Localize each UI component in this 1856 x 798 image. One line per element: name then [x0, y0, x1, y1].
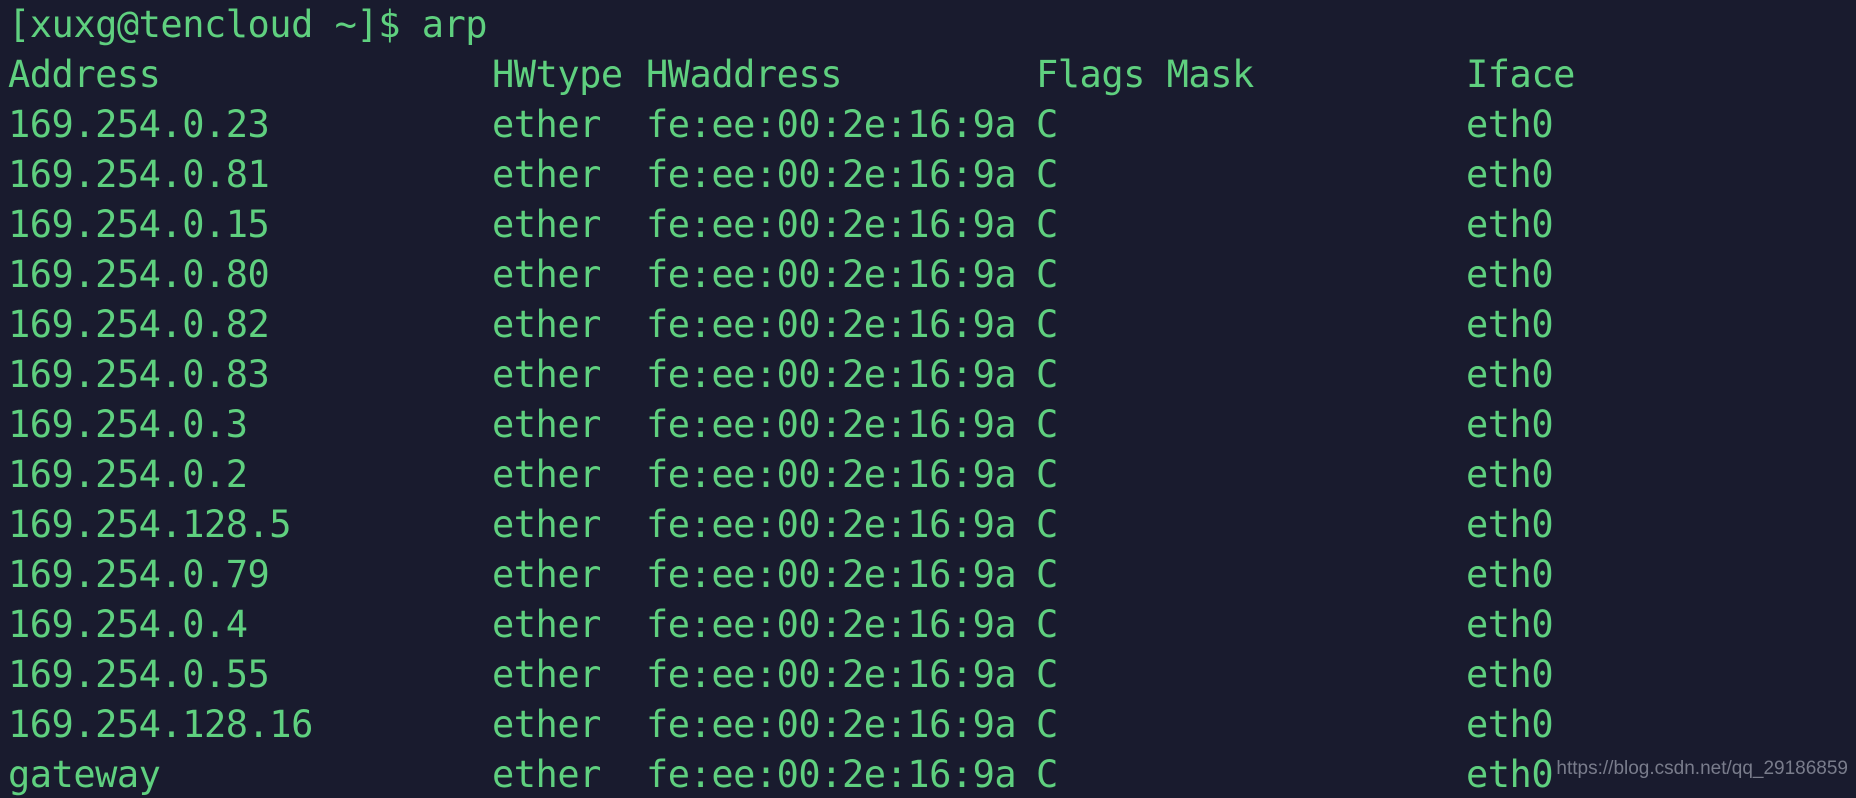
- table-row: gateway ether fe:ee:00:2e:16:9a Ceth0: [0, 750, 1856, 798]
- column-header-flags-mask: Flags Mask: [1036, 53, 1254, 96]
- cell-address: 169.254.0.2: [8, 453, 248, 496]
- column-header-hwtype: HWtype: [492, 53, 623, 96]
- table-row: 169.254.0.80 ether fe:ee:00:2e:16:9a Ceth0: [0, 250, 1856, 300]
- cell-address: 169.254.0.82: [8, 303, 270, 346]
- arp-table-body: 169.254.0.23 ether fe:ee:00:2e:16:9a Ceth0 1…: [0, 100, 1856, 798]
- cell-hwtype: ether: [492, 153, 601, 196]
- table-row: 169.254.0.79 ether fe:ee:00:2e:16:9a Ceth0: [0, 550, 1856, 600]
- cell-address: gateway: [8, 753, 161, 796]
- cell-hwtype: ether: [492, 703, 601, 746]
- cell-hwaddress: fe:ee:00:2e:16:9a: [646, 503, 1017, 546]
- cell-address: 169.254.128.16: [8, 703, 313, 746]
- cell-address: 169.254.0.15: [8, 203, 270, 246]
- shell-prompt-line: [xuxg@tencloud ~]$ arp: [8, 3, 488, 46]
- cell-address: 169.254.0.55: [8, 653, 270, 696]
- cell-hwtype: ether: [492, 103, 601, 146]
- cell-iface: eth0: [1466, 403, 1554, 446]
- cell-hwtype: ether: [492, 403, 601, 446]
- cell-iface: eth0: [1466, 153, 1554, 196]
- table-row: 169.254.0.3 ether fe:ee:00:2e:16:9a Ceth0: [0, 400, 1856, 450]
- table-row: 169.254.0.2 ether fe:ee:00:2e:16:9a Ceth0: [0, 450, 1856, 500]
- cell-hwaddress: fe:ee:00:2e:16:9a: [646, 603, 1017, 646]
- table-row: 169.254.0.82 ether fe:ee:00:2e:16:9a Ceth0: [0, 300, 1856, 350]
- table-row: 169.254.0.4 ether fe:ee:00:2e:16:9a Ceth0: [0, 600, 1856, 650]
- cell-address: 169.254.0.3: [8, 403, 248, 446]
- cell-address: 169.254.128.5: [8, 503, 292, 546]
- cell-address: 169.254.0.4: [8, 603, 248, 646]
- column-header-iface: Iface: [1466, 53, 1575, 96]
- cell-hwtype: ether: [492, 503, 601, 546]
- cell-hwaddress: fe:ee:00:2e:16:9a: [646, 253, 1017, 296]
- cell-hwtype: ether: [492, 753, 601, 796]
- table-row: 169.254.0.83 ether fe:ee:00:2e:16:9a Ceth0: [0, 350, 1856, 400]
- cell-iface: eth0: [1466, 203, 1554, 246]
- cell-hwaddress: fe:ee:00:2e:16:9a: [646, 103, 1017, 146]
- cell-flags: C: [1036, 303, 1058, 346]
- cell-hwaddress: fe:ee:00:2e:16:9a: [646, 653, 1017, 696]
- cell-hwtype: ether: [492, 353, 601, 396]
- cell-iface: eth0: [1466, 503, 1554, 546]
- table-row: 169.254.0.81 ether fe:ee:00:2e:16:9a Ceth0: [0, 150, 1856, 200]
- table-row: 169.254.128.16 ether fe:ee:00:2e:16:9a Ceth…: [0, 700, 1856, 750]
- cell-hwaddress: fe:ee:00:2e:16:9a: [646, 153, 1017, 196]
- cell-flags: C: [1036, 153, 1058, 196]
- cell-iface: eth0: [1466, 703, 1554, 746]
- cell-address: 169.254.0.79: [8, 553, 270, 596]
- cell-flags: C: [1036, 753, 1058, 796]
- cell-flags: C: [1036, 253, 1058, 296]
- cell-flags: C: [1036, 503, 1058, 546]
- cell-address: 169.254.0.83: [8, 353, 270, 396]
- cell-iface: eth0: [1466, 253, 1554, 296]
- cell-hwaddress: fe:ee:00:2e:16:9a: [646, 703, 1017, 746]
- cell-address: 169.254.0.23: [8, 103, 270, 146]
- cell-iface: eth0: [1466, 453, 1554, 496]
- cell-flags: C: [1036, 353, 1058, 396]
- cell-hwaddress: fe:ee:00:2e:16:9a: [646, 403, 1017, 446]
- terminal-window[interactable]: [xuxg@tencloud ~]$ arp Address HWtype HW…: [0, 0, 1856, 798]
- cell-flags: C: [1036, 203, 1058, 246]
- table-row: 169.254.0.15 ether fe:ee:00:2e:16:9a Ceth0: [0, 200, 1856, 250]
- cell-iface: eth0: [1466, 753, 1554, 796]
- table-header-row: Address HWtype HWaddress Flags Mask Ifac…: [0, 50, 1856, 100]
- cell-iface: eth0: [1466, 353, 1554, 396]
- cell-iface: eth0: [1466, 603, 1554, 646]
- cell-flags: C: [1036, 703, 1058, 746]
- cell-address: 169.254.0.81: [8, 153, 270, 196]
- table-row: 169.254.0.55 ether fe:ee:00:2e:16:9a Ceth0: [0, 650, 1856, 700]
- cell-hwtype: ether: [492, 653, 601, 696]
- cell-hwaddress: fe:ee:00:2e:16:9a: [646, 753, 1017, 796]
- cell-iface: eth0: [1466, 103, 1554, 146]
- cell-hwtype: ether: [492, 453, 601, 496]
- column-header-address: Address: [8, 53, 161, 96]
- cell-flags: C: [1036, 653, 1058, 696]
- cell-flags: C: [1036, 603, 1058, 646]
- cell-hwaddress: fe:ee:00:2e:16:9a: [646, 353, 1017, 396]
- cell-iface: eth0: [1466, 303, 1554, 346]
- cell-flags: C: [1036, 403, 1058, 446]
- cell-hwaddress: fe:ee:00:2e:16:9a: [646, 303, 1017, 346]
- cell-flags: C: [1036, 453, 1058, 496]
- cell-flags: C: [1036, 103, 1058, 146]
- cell-hwaddress: fe:ee:00:2e:16:9a: [646, 453, 1017, 496]
- cell-address: 169.254.0.80: [8, 253, 270, 296]
- cell-flags: C: [1036, 553, 1058, 596]
- table-row: 169.254.0.23 ether fe:ee:00:2e:16:9a Ceth0: [0, 100, 1856, 150]
- cell-hwtype: ether: [492, 203, 601, 246]
- column-header-hwaddress: HWaddress: [646, 53, 842, 96]
- cell-hwaddress: fe:ee:00:2e:16:9a: [646, 203, 1017, 246]
- cell-iface: eth0: [1466, 653, 1554, 696]
- cell-hwaddress: fe:ee:00:2e:16:9a: [646, 553, 1017, 596]
- table-row: 169.254.128.5 ether fe:ee:00:2e:16:9a Ceth0: [0, 500, 1856, 550]
- cell-hwtype: ether: [492, 603, 601, 646]
- cell-hwtype: ether: [492, 303, 601, 346]
- cell-iface: eth0: [1466, 553, 1554, 596]
- cell-hwtype: ether: [492, 553, 601, 596]
- cell-hwtype: ether: [492, 253, 601, 296]
